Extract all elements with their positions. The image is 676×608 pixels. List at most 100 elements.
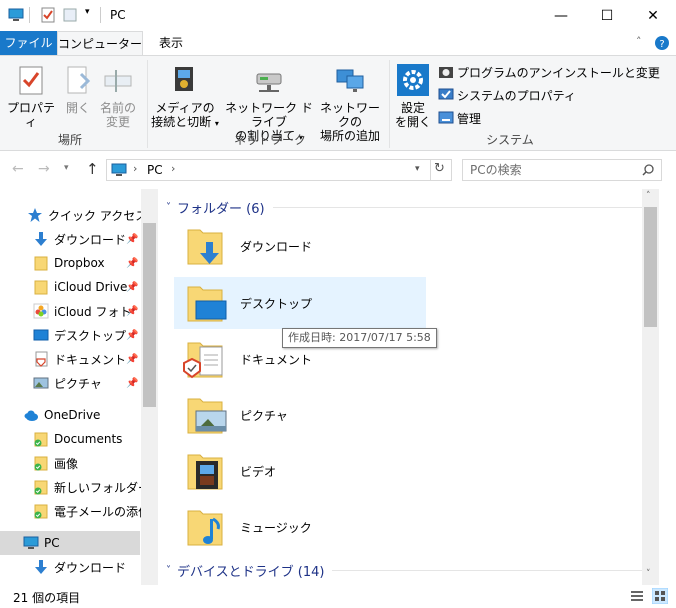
recent-dropdown-icon[interactable]: ▾	[64, 163, 69, 173]
pin-icon[interactable]: 📌	[126, 258, 138, 269]
scroll-down-icon[interactable]: ˅	[646, 569, 651, 579]
nav-scrollbar[interactable]	[141, 189, 158, 585]
folder-item-desktop[interactable]: デスクトップ	[174, 277, 426, 329]
dropdown-arrow-icon: ▾	[214, 119, 219, 128]
rename-icon	[104, 70, 132, 92]
navigation-pane: クイック アクセス ダウンロード 📌 Dropbox 📌 iCloud Driv…	[0, 189, 158, 585]
forward-arrow-icon[interactable]: →	[38, 161, 50, 177]
tab-view[interactable]: 表示	[150, 31, 192, 55]
sidebar-item-pc[interactable]: PC	[0, 531, 140, 555]
ribbon: プロパティ 開く 名前の 変更 場所 メディアの 接続と切断 ▾ ネットワーク …	[0, 55, 676, 151]
ribbon-separator	[147, 60, 148, 148]
details-view-icon[interactable]	[630, 589, 644, 603]
breadcrumb-chevron-icon[interactable]: ›	[133, 162, 137, 175]
sidebar-item-quick-access[interactable]: クイック アクセス	[0, 203, 158, 227]
address-dropdown-icon[interactable]: ▾	[415, 164, 420, 174]
pin-icon[interactable]: 📌	[126, 306, 138, 317]
chevron-down-icon: ˅	[166, 201, 171, 213]
pictures-folder-icon	[187, 398, 227, 434]
nav-scrollbar-thumb[interactable]	[143, 223, 156, 407]
search-input[interactable]: PCの検索	[470, 163, 522, 177]
rename-button[interactable]: 名前の 変更	[98, 64, 138, 129]
computer-icon[interactable]	[8, 7, 24, 23]
open-button[interactable]: 開く	[60, 64, 96, 115]
ribbon-collapse-icon[interactable]: ˄	[636, 35, 642, 48]
group-divider	[272, 206, 646, 208]
folder-item-pictures[interactable]: ピクチャ	[174, 389, 426, 441]
folder-item-videos[interactable]: ビデオ	[174, 445, 426, 497]
sidebar-item-dropbox[interactable]: Dropbox 📌	[0, 251, 158, 275]
document-icon	[35, 351, 48, 367]
devices-group-header[interactable]: ˅ デバイスとドライブ (14)	[166, 560, 646, 580]
ribbon-separator	[389, 60, 390, 148]
large-icons-view-icon[interactable]	[652, 588, 668, 604]
tab-computer[interactable]: コンピューター	[57, 31, 143, 55]
network-location-icon	[336, 69, 364, 92]
add-network-location-button[interactable]: ネットワークの 場所の追加	[318, 64, 382, 143]
back-arrow-icon[interactable]: ←	[12, 161, 24, 177]
up-arrow-icon[interactable]: ↑	[86, 160, 99, 178]
content-scrollbar-thumb[interactable]	[644, 207, 657, 327]
folder-icon	[34, 256, 48, 271]
manage-button[interactable]: 管理	[438, 108, 481, 128]
navigation-bar: ← → ▾ ↑ › PC › ▾ ↻ PCの検索	[0, 151, 676, 189]
sidebar-item-pc-downloads[interactable]: ダウンロード	[0, 555, 158, 579]
pin-icon[interactable]: 📌	[126, 234, 138, 245]
sidebar-item-pictures[interactable]: ピクチャ 📌	[0, 371, 158, 395]
media-connect-button[interactable]: メディアの 接続と切断 ▾	[150, 64, 220, 131]
minimize-button[interactable]: —	[538, 0, 584, 31]
sidebar-item-documents[interactable]: ドキュメント 📌	[0, 347, 158, 371]
synced-folder-icon	[34, 504, 48, 519]
pin-icon[interactable]: 📌	[126, 330, 138, 341]
sidebar-item-icloud-photos[interactable]: iCloud フォト 📌	[0, 299, 158, 323]
ribbon-tabs: ファイル コンピューター 表示 ˄ ?	[0, 31, 676, 55]
status-bar: 21 個の項目	[0, 585, 676, 608]
breadcrumb-pc[interactable]: PC	[147, 163, 163, 177]
media-icon	[175, 67, 193, 91]
help-icon[interactable]: ?	[655, 36, 669, 50]
sidebar-item-email-attachments[interactable]: 電子メールの添付	[0, 499, 158, 523]
maximize-button[interactable]: ☐	[584, 0, 630, 31]
sidebar-item-images[interactable]: 画像	[0, 451, 158, 475]
sidebar-item-icloud-drive[interactable]: iCloud Drive 📌	[0, 275, 158, 299]
system-properties-button[interactable]: システムのプロパティ	[438, 85, 576, 105]
uninstall-icon	[439, 67, 453, 78]
folder-icon	[34, 280, 48, 295]
synced-folder-icon	[34, 456, 48, 471]
videos-folder-icon	[187, 454, 223, 490]
sidebar-item-desktop[interactable]: デスクトップ 📌	[0, 323, 158, 347]
sidebar-item-onedrive-documents[interactable]: Documents	[0, 427, 158, 451]
close-button[interactable]: ✕	[630, 0, 676, 31]
download-arrow-icon	[35, 560, 47, 574]
window-title: PC	[110, 8, 126, 22]
scroll-up-icon[interactable]: ˄	[646, 191, 651, 201]
folders-group-header[interactable]: ˅ フォルダー (6)	[166, 197, 646, 217]
properties-button[interactable]: プロパティ	[6, 64, 56, 129]
sidebar-item-downloads[interactable]: ダウンロード 📌	[0, 227, 158, 251]
svg-text:?: ?	[659, 39, 664, 50]
tab-file[interactable]: ファイル	[0, 31, 57, 55]
qa-dropdown-icon[interactable]: ▾	[85, 7, 90, 17]
content-pane: ˅ フォルダー (6) ダウンロード デスクトップ ドキュメント ピクチャ ビデ…	[158, 189, 659, 585]
folder-item-downloads[interactable]: ダウンロード	[174, 220, 426, 272]
new-folder-icon[interactable]	[62, 7, 78, 23]
open-settings-button[interactable]: 設定 を開く	[392, 64, 434, 129]
synced-folder-icon	[34, 432, 48, 447]
breadcrumb-chevron-icon[interactable]: ›	[171, 162, 175, 175]
system-properties-icon	[438, 88, 454, 100]
pin-icon[interactable]: 📌	[126, 282, 138, 293]
properties-check-icon[interactable]	[40, 7, 56, 23]
group-label-system: システム	[486, 133, 534, 147]
folder-item-music[interactable]: ミュージック	[174, 501, 426, 553]
pin-icon[interactable]: 📌	[126, 354, 138, 365]
sidebar-item-new-folder[interactable]: 新しいフォルダー	[0, 475, 158, 499]
qa-separator	[29, 7, 30, 23]
pin-icon[interactable]: 📌	[126, 378, 138, 389]
uninstall-programs-button[interactable]: プログラムのアンインストールと変更	[438, 62, 660, 82]
address-bar[interactable]: › PC › ▾ ↻	[106, 159, 452, 181]
content-scrollbar[interactable]: ˄ ˅	[642, 189, 659, 585]
open-icon	[67, 66, 91, 94]
refresh-icon[interactable]: ↻	[434, 161, 445, 176]
sidebar-item-onedrive[interactable]: OneDrive	[0, 403, 158, 427]
search-box[interactable]: PCの検索	[462, 159, 662, 181]
